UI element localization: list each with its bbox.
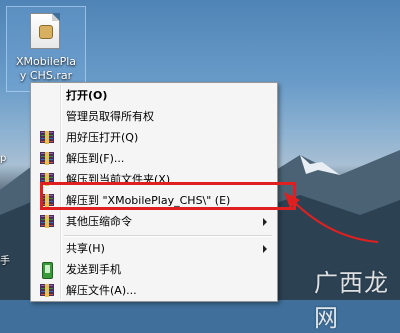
menu-item-share[interactable]: 共享(H) (33, 238, 275, 259)
annotation-highlight-box (40, 182, 296, 210)
desktop-icon-label: XMobilePla y CHS.rar (15, 55, 77, 82)
menu-item-label: 共享(H) (66, 242, 105, 255)
menu-item-label: 用好压打开(Q) (66, 131, 139, 144)
left-edge-text: 手 (0, 256, 10, 267)
menu-item-send-to-phone[interactable]: 发送到手机 (33, 259, 275, 280)
menu-item-label: 发送到手机 (66, 263, 121, 276)
menu-item-extract-to[interactable]: 解压到(F)... (33, 148, 275, 169)
menu-item-open-with-haozip[interactable]: 用好压打开(Q) (33, 127, 275, 148)
menu-item-label: 管理员取得所有权 (66, 110, 154, 123)
left-edge-text: p (0, 153, 7, 164)
watermark-text: 广西龙网 (314, 269, 389, 332)
menu-separator (64, 235, 272, 237)
menu-item-label: 解压到(F)... (66, 152, 125, 165)
menu-item-label: 其他压缩命令 (66, 215, 132, 228)
menu-item-take-ownership[interactable]: 管理员取得所有权 (33, 106, 275, 127)
menu-item-open[interactable]: 打开(O) (33, 85, 275, 106)
winrar-icon (40, 152, 54, 165)
annotation-arrow (284, 192, 379, 243)
menu-item-other-compress-commands[interactable]: 其他压缩命令 (33, 211, 275, 232)
submenu-arrow-icon (263, 218, 267, 226)
winrar-icon (40, 215, 54, 228)
winrar-icon (40, 131, 54, 144)
watermark: 广西龙网 (300, 255, 400, 332)
winrar-icon (40, 284, 54, 297)
menu-item-extract-files[interactable]: 解压文件(A)... (33, 280, 275, 301)
phone-icon (42, 262, 53, 279)
rar-file-desktop-icon[interactable]: XMobilePla y CHS.rar (6, 6, 86, 92)
menu-item-label: 解压文件(A)... (66, 284, 137, 297)
submenu-arrow-icon (263, 245, 267, 253)
archive-file-icon (30, 13, 60, 49)
menu-item-label: 打开(O) (66, 89, 108, 102)
